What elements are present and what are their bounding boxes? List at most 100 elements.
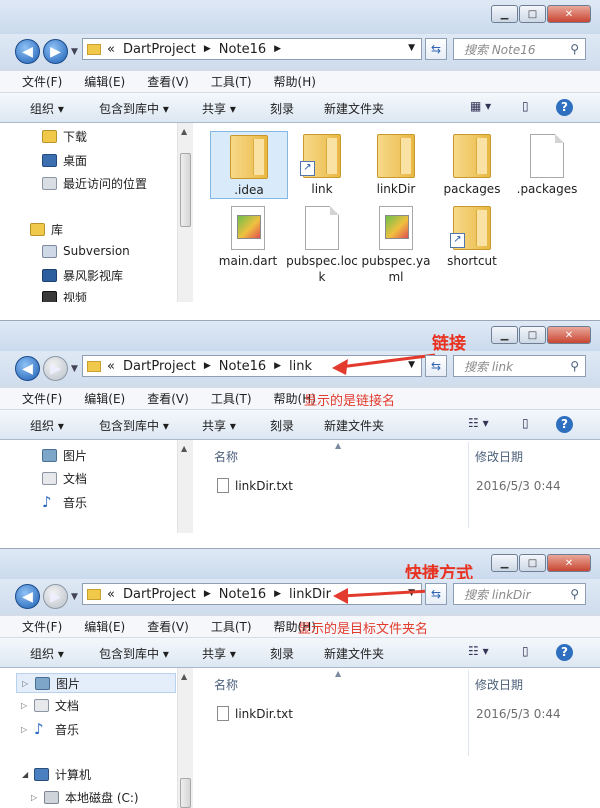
column-header-modified[interactable]: 修改日期 [475, 448, 523, 465]
menu-view[interactable]: 查看(V) [147, 618, 189, 635]
maximize-button[interactable]: □ [519, 5, 546, 23]
menu-view[interactable]: 查看(V) [147, 73, 189, 90]
breadcrumb-separator-icon[interactable]: ▶ [204, 44, 211, 54]
include-in-library-button[interactable]: 包含到库中 ▾ [99, 417, 169, 434]
include-in-library-button[interactable]: 包含到库中 ▾ [99, 100, 169, 117]
preview-pane-icon[interactable]: ▯ [522, 644, 529, 658]
preview-pane-icon[interactable]: ▯ [522, 416, 529, 430]
nav-item-pictures[interactable]: 图片 [42, 447, 87, 464]
breadcrumb-dartproject[interactable]: DartProject [123, 359, 196, 374]
breadcrumb-separator-icon[interactable]: ▶ [274, 44, 281, 54]
burn-button[interactable]: 刻录 [270, 417, 294, 434]
view-options-icon[interactable]: ▦ ▾ [470, 99, 491, 113]
nav-item-music[interactable]: ♪ 音乐 [42, 493, 87, 511]
back-button[interactable]: ◀ [15, 39, 40, 64]
column-header-name[interactable]: 名称 [214, 676, 238, 693]
help-icon[interactable]: ? [556, 99, 573, 116]
search-input[interactable]: 搜索 linkDir ⚲ [453, 583, 586, 605]
breadcrumb-separator-icon[interactable]: ▶ [274, 361, 281, 371]
menu-view[interactable]: 查看(V) [147, 390, 189, 407]
help-icon[interactable]: ? [556, 644, 573, 661]
nav-item-computer[interactable]: ◢ 计算机 [22, 766, 91, 783]
refresh-button[interactable]: ⇆ [425, 355, 447, 377]
recent-pages-dropdown-icon[interactable]: ▼ [71, 592, 78, 602]
scroll-up-icon[interactable]: ▲ [181, 672, 187, 681]
breadcrumb-note16[interactable]: Note16 [219, 42, 266, 57]
refresh-button[interactable]: ⇆ [425, 583, 447, 605]
breadcrumb-link[interactable]: link [289, 359, 312, 374]
nav-item-recent-places[interactable]: 最近访问的位置 [42, 175, 147, 192]
maximize-button[interactable]: □ [519, 554, 546, 572]
address-chevrons[interactable]: « [107, 42, 115, 57]
nav-item-documents[interactable]: ▷ 文档 [21, 697, 79, 714]
menu-tools[interactable]: 工具(T) [211, 618, 252, 635]
nav-item-downloads[interactable]: 下载 [42, 128, 87, 145]
recent-pages-dropdown-icon[interactable]: ▼ [71, 47, 78, 57]
file-item-pubspec-yaml[interactable]: pubspec.yaml [358, 203, 434, 285]
recent-pages-dropdown-icon[interactable]: ▼ [71, 364, 78, 374]
menu-tools[interactable]: 工具(T) [211, 73, 252, 90]
file-row[interactable]: linkDir.txt [217, 706, 293, 721]
nav-pane-scrollbar[interactable]: ▲ [177, 440, 193, 534]
file-item-main-dart[interactable]: main.dart [210, 203, 286, 269]
expand-arrow-icon[interactable]: ▷ [22, 679, 28, 688]
menu-edit[interactable]: 编辑(E) [84, 390, 125, 407]
breadcrumb-note16[interactable]: Note16 [219, 359, 266, 374]
breadcrumb-note16[interactable]: Note16 [219, 587, 266, 602]
include-in-library-button[interactable]: 包含到库中 ▾ [99, 645, 169, 662]
menu-edit[interactable]: 编辑(E) [84, 618, 125, 635]
minimize-button[interactable]: ▁ [491, 5, 518, 23]
scrollbar-thumb[interactable] [180, 778, 191, 808]
organize-button[interactable]: 组织 ▾ [30, 100, 64, 117]
nav-item-baofeng-library[interactable]: 暴风影视库 [42, 267, 123, 284]
menu-file[interactable]: 文件(F) [22, 73, 62, 90]
share-button[interactable]: 共享 ▾ [202, 417, 236, 434]
file-item-shortcut[interactable]: ↗ shortcut [434, 203, 510, 269]
address-bar[interactable]: « DartProject ▶ Note16 ▶ ▼ [82, 38, 422, 60]
nav-item-music[interactable]: ▷ ♪ 音乐 [21, 720, 79, 738]
column-divider[interactable] [468, 442, 469, 528]
nav-item-pictures[interactable]: ▷ 图片 [16, 673, 176, 693]
nav-pane-scrollbar[interactable]: ▲ [177, 123, 193, 302]
burn-button[interactable]: 刻录 [270, 645, 294, 662]
breadcrumb-dartproject[interactable]: DartProject [123, 42, 196, 57]
search-input[interactable]: 搜索 link ⚲ [453, 355, 586, 377]
help-icon[interactable]: ? [556, 416, 573, 433]
address-dropdown-icon[interactable]: ▼ [408, 43, 415, 53]
view-options-icon[interactable]: ☷ ▾ [468, 416, 489, 430]
scrollbar-thumb[interactable] [180, 153, 191, 227]
refresh-button[interactable]: ⇆ [425, 38, 447, 60]
forward-button[interactable]: ▶ [43, 39, 68, 64]
view-options-icon[interactable]: ☷ ▾ [468, 644, 489, 658]
menu-help[interactable]: 帮助(H) [274, 73, 316, 90]
breadcrumb-separator-icon[interactable]: ▶ [204, 589, 211, 599]
close-button[interactable]: ✕ [547, 326, 591, 344]
search-icon[interactable]: ⚲ [570, 359, 579, 373]
expand-arrow-icon[interactable]: ▷ [21, 701, 27, 710]
column-divider[interactable] [468, 670, 469, 756]
share-button[interactable]: 共享 ▾ [202, 645, 236, 662]
nav-item-libraries[interactable]: 库 [30, 221, 63, 238]
nav-item-videos[interactable]: 视频 [42, 289, 87, 302]
scroll-up-icon[interactable]: ▲ [181, 127, 187, 136]
menu-edit[interactable]: 编辑(E) [84, 73, 125, 90]
new-folder-button[interactable]: 新建文件夹 [324, 417, 384, 434]
share-button[interactable]: 共享 ▾ [202, 100, 236, 117]
new-folder-button[interactable]: 新建文件夹 [324, 645, 384, 662]
expand-arrow-icon[interactable]: ▷ [21, 725, 27, 734]
organize-button[interactable]: 组织 ▾ [30, 417, 64, 434]
address-chevrons[interactable]: « [107, 587, 115, 602]
new-folder-button[interactable]: 新建文件夹 [324, 100, 384, 117]
address-chevrons[interactable]: « [107, 359, 115, 374]
maximize-button[interactable]: □ [519, 326, 546, 344]
burn-button[interactable]: 刻录 [270, 100, 294, 117]
minimize-button[interactable]: ▁ [491, 554, 518, 572]
menu-tools[interactable]: 工具(T) [211, 390, 252, 407]
nav-item-subversion[interactable]: Subversion [42, 244, 130, 258]
file-item-packages[interactable]: packages [434, 131, 510, 197]
close-button[interactable]: ✕ [547, 554, 591, 572]
nav-pane-scrollbar[interactable]: ▲ [177, 668, 193, 808]
nav-item-local-disk-c[interactable]: ▷ 本地磁盘 (C:) [31, 789, 139, 806]
search-icon[interactable]: ⚲ [570, 42, 579, 56]
file-item-idea[interactable]: .idea [210, 131, 288, 199]
